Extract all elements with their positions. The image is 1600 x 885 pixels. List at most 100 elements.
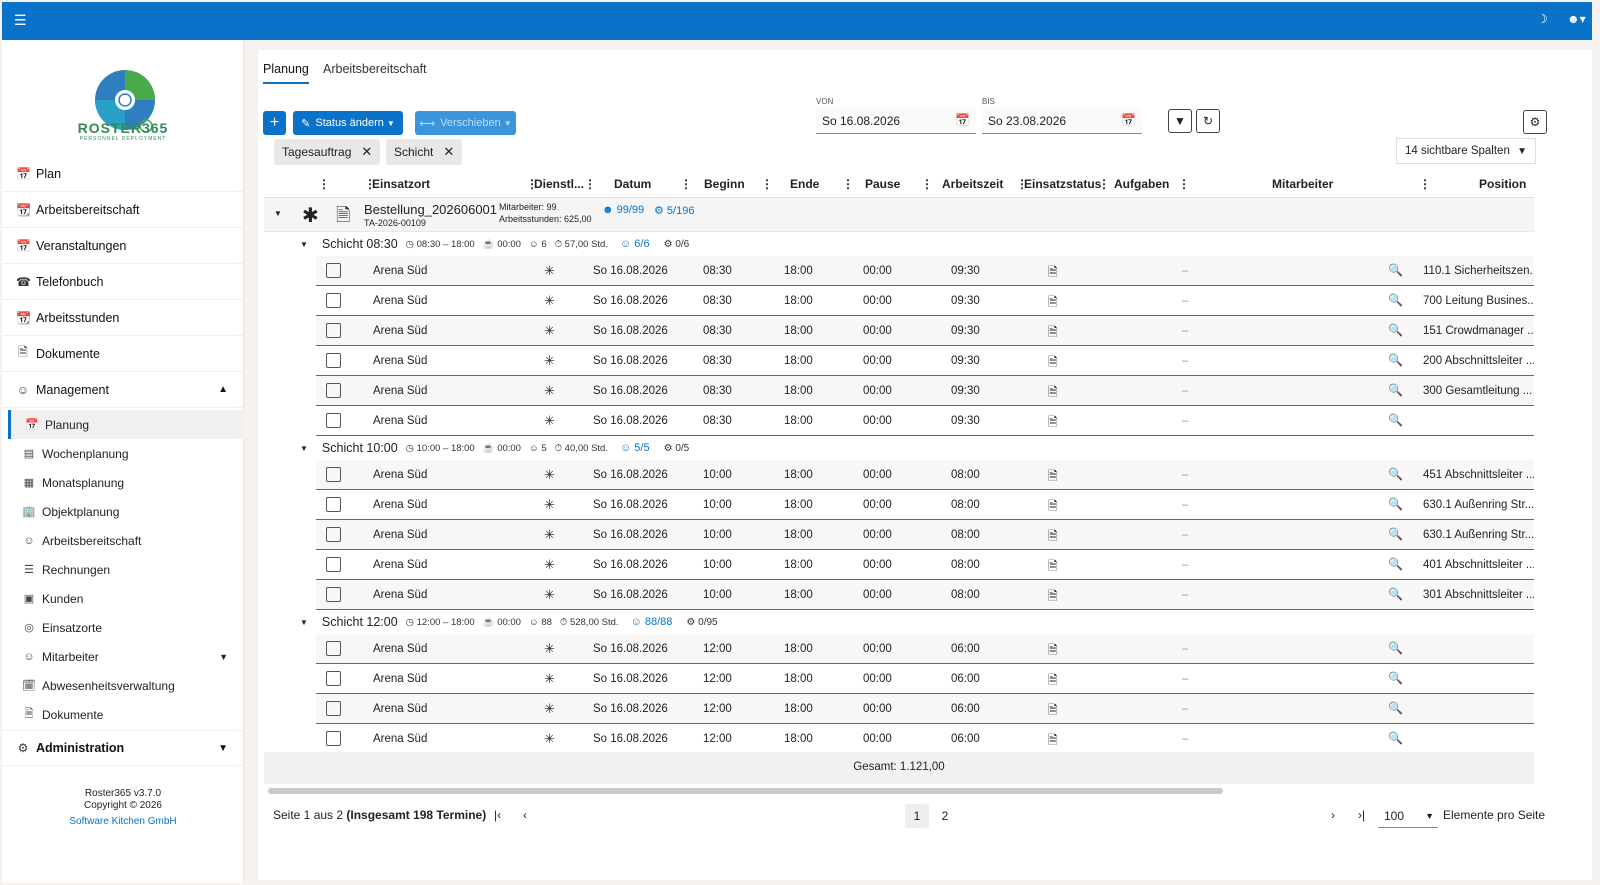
moon-icon[interactable]: ☽ [1537,12,1548,26]
document-icon[interactable]: 🗎 [1048,467,1058,488]
document-icon[interactable]: 🗎 [1048,323,1058,344]
row-checkbox[interactable] [326,587,341,602]
search-icon[interactable]: 🔍 [1388,701,1403,715]
sidebar-subitem-monatsplanung[interactable]: ▦ Monatsplanung [8,468,244,497]
table-row[interactable]: Arena Süd ✳ So 16.08.2026 10:00 18:00 00… [316,490,1534,520]
add-button[interactable]: + [263,111,286,135]
sidebar-subitem-arbeitsbereitschaft[interactable]: ☺ Arbeitsbereitschaft [8,526,244,555]
table-row[interactable]: Arena Süd ✳ So 16.08.2026 08:30 18:00 00… [316,286,1534,316]
settings-button[interactable]: ⚙ [1523,110,1547,134]
search-icon[interactable]: 🔍 [1388,587,1403,601]
shift-tasks[interactable]: ⚙ 0/5 [664,443,690,454]
sidebar-item-arbeitsbereitschaft[interactable]: 📆 Arbeitsbereitschaft [2,192,244,228]
document-icon[interactable]: 🗎 [1048,293,1058,314]
sidebar-subitem-dokumente[interactable]: 🗎 Dokumente [8,700,244,729]
document-icon[interactable]: 🗎 [1048,731,1058,752]
collapse-icon[interactable]: ▼ [274,209,282,218]
table-row[interactable]: Arena Süd ✳ So 16.08.2026 10:00 18:00 00… [316,520,1534,550]
prev-page-icon[interactable]: ‹ [523,808,527,822]
header-einsatzort[interactable]: Einsatzort [372,177,430,191]
row-checkbox[interactable] [326,641,341,656]
table-row[interactable]: Arena Süd ✳ So 16.08.2026 12:00 18:00 00… [316,724,1534,754]
sidebar-subitem-einsatzorte[interactable]: ◎ Einsatzorte [8,613,244,642]
search-icon[interactable]: 🔍 [1388,497,1403,511]
footer-company[interactable]: Software Kitchen GmbH [2,816,244,827]
row-checkbox[interactable] [326,353,341,368]
shift-tasks[interactable]: ⚙ 0/95 [686,617,717,628]
search-icon[interactable]: 🔍 [1388,293,1403,307]
refresh-button[interactable]: ↻ [1196,109,1220,133]
row-checkbox[interactable] [326,497,341,512]
page-2-button[interactable]: 2 [933,804,957,828]
search-icon[interactable]: 🔍 [1388,323,1403,337]
search-icon[interactable]: 🔍 [1388,353,1403,367]
document-icon[interactable]: 🗎 [1048,671,1058,692]
chevron-up-icon[interactable]: ▲ [218,384,228,395]
document-icon[interactable]: 🗎 [1048,701,1058,722]
row-checkbox[interactable] [326,671,341,686]
table-row[interactable]: Arena Süd ✳ So 16.08.2026 12:00 18:00 00… [316,634,1534,664]
table-row[interactable]: Arena Süd ✳ So 16.08.2026 10:00 18:00 00… [316,460,1534,490]
table-row[interactable]: Arena Süd ✳ So 16.08.2026 10:00 18:00 00… [316,580,1534,610]
von-date-input[interactable]: So 16.08.2026 📅 [816,108,976,134]
column-menu-icon[interactable]: ⋮ [921,177,933,191]
document-icon[interactable]: 🗎 [1048,527,1058,548]
first-page-icon[interactable]: |‹ [494,808,501,822]
per-page-select[interactable]: 100 ▼ [1378,804,1438,828]
order-staff[interactable]: ☻ 99/99 [602,204,644,216]
table-row[interactable]: Arena Süd ✳ So 16.08.2026 10:00 18:00 00… [316,550,1534,580]
header-arbeitszeit[interactable]: Arbeitszeit [942,177,1003,191]
document-icon[interactable]: 🗎 [1048,263,1058,284]
column-menu-icon[interactable]: ⋮ [318,177,330,191]
table-row[interactable]: Arena Süd ✳ So 16.08.2026 08:30 18:00 00… [316,406,1534,436]
document-icon[interactable]: 🗎 [1048,383,1058,404]
row-checkbox[interactable] [326,527,341,542]
row-checkbox[interactable] [326,323,341,338]
sidebar-subitem-kunden[interactable]: ▣ Kunden [8,584,244,613]
sidebar-subitem-mitarbeiter[interactable]: ☺ Mitarbeiter ▼ [8,642,244,671]
column-menu-icon[interactable]: ⋮ [680,177,692,191]
column-menu-icon[interactable]: ⋮ [1419,177,1431,191]
row-checkbox[interactable] [326,263,341,278]
header-datum[interactable]: Datum [614,177,651,191]
sidebar-subitem-planung[interactable]: 📅 Planung [8,410,244,439]
shift-staff[interactable]: ☺ 6/6 [620,238,650,250]
sidebar-item-dokumente[interactable]: 🗎 Dokumente [2,336,244,372]
bis-date-input[interactable]: So 23.08.2026 📅 [982,108,1142,134]
document-icon[interactable]: 🗎 [1048,353,1058,374]
row-checkbox[interactable] [326,413,341,428]
hamburger-icon[interactable]: ☰ [14,12,27,29]
user-icon[interactable]: ☻▾ [1567,12,1586,26]
collapse-icon[interactable]: ▼ [300,240,308,249]
document-icon[interactable]: 🗎 [1048,413,1058,434]
sidebar-subitem-objektplanung[interactable]: 🏢 Objektplanung [8,497,244,526]
header-aufgaben[interactable]: Aufgaben [1114,177,1169,191]
column-select[interactable]: 14 sichtbare Spalten ▼ [1396,138,1536,164]
row-checkbox[interactable] [326,557,341,572]
header-beginn[interactable]: Beginn [704,177,745,191]
header-position[interactable]: Position [1479,177,1526,191]
search-icon[interactable]: 🔍 [1388,641,1403,655]
table-row[interactable]: Arena Süd ✳ So 16.08.2026 08:30 18:00 00… [316,256,1534,286]
table-row[interactable]: Arena Süd ✳ So 16.08.2026 12:00 18:00 00… [316,694,1534,724]
shift-staff[interactable]: ☺ 5/5 [620,442,650,454]
document-icon[interactable]: 🗎 [1048,587,1058,608]
sidebar-subitem-wochenplanung[interactable]: ▤ Wochenplanung [8,439,244,468]
column-menu-icon[interactable]: ⋮ [1098,177,1110,191]
table-row[interactable]: Arena Süd ✳ So 16.08.2026 08:30 18:00 00… [316,346,1534,376]
row-checkbox[interactable] [326,701,341,716]
table-row[interactable]: Arena Süd ✳ So 16.08.2026 08:30 18:00 00… [316,316,1534,346]
close-icon[interactable]: ✕ [361,144,372,160]
document-icon[interactable]: 🗎 [1048,641,1058,662]
row-checkbox[interactable] [326,293,341,308]
search-icon[interactable]: 🔍 [1388,413,1403,427]
header-pause[interactable]: Pause [865,177,900,191]
calendar-icon[interactable]: 📅 [1121,113,1136,127]
header-dienstleistung[interactable]: Dienstl... [534,177,584,191]
sidebar-subitem-abwesenheitsverwaltung[interactable]: 🗓 Abwesenheitsverwaltung [8,671,244,700]
sidebar-item-veranstaltungen[interactable]: 📅 Veranstaltungen [2,228,244,264]
last-page-icon[interactable]: ›| [1358,808,1365,822]
row-checkbox[interactable] [326,383,341,398]
sidebar-item-administration[interactable]: ⚙ Administration ▼ [2,730,244,766]
column-menu-icon[interactable]: ⋮ [584,177,596,191]
